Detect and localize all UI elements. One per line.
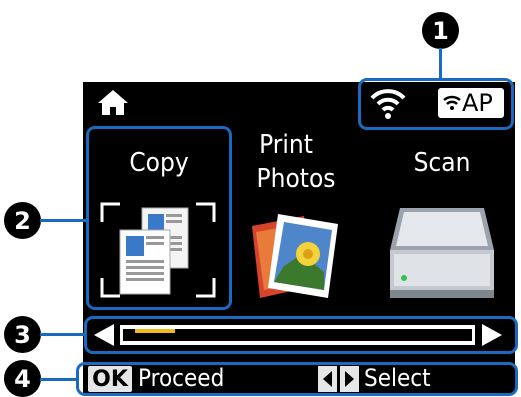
copy-icon — [100, 202, 216, 298]
wifi-ap-status: AP — [438, 88, 504, 118]
callout-4-leader — [40, 378, 77, 381]
scroll-right-arrow-icon[interactable] — [480, 322, 504, 348]
select-label: Select — [364, 364, 431, 392]
callout-2: 2 — [4, 202, 41, 239]
wifi-ap-icon — [443, 95, 461, 110]
left-right-keys-icon — [318, 366, 359, 392]
scan-label: Scan — [413, 148, 471, 178]
proceed-label: Proceed — [138, 364, 225, 392]
print-photos-label-line2: Photos — [256, 164, 336, 194]
wifi-ap-label: AP — [462, 89, 493, 117]
wifi-icon — [370, 89, 406, 119]
callout-1-leader — [439, 48, 442, 79]
ok-key-icon: OK — [88, 366, 132, 392]
callout-3-leader — [40, 333, 85, 336]
scrollbar[interactable] — [120, 325, 475, 345]
scan-menu-item[interactable]: Scan — [372, 130, 512, 306]
photos-icon — [252, 214, 338, 298]
scrollbar-inner — [123, 329, 472, 341]
callout-1: 1 — [422, 12, 459, 49]
copy-menu-item[interactable]: Copy — [90, 130, 228, 306]
print-photos-label-line1: Print — [259, 130, 313, 160]
callout-4: 4 — [4, 360, 41, 397]
copy-label: Copy — [129, 148, 189, 178]
scroll-left-arrow-icon[interactable] — [92, 322, 116, 348]
scrollbar-thumb[interactable] — [135, 329, 175, 333]
callout-2-leader — [40, 219, 87, 222]
callout-3: 3 — [4, 316, 41, 353]
home-icon[interactable] — [96, 88, 130, 116]
scanner-icon — [390, 208, 494, 298]
print-photos-menu-item[interactable]: Print Photos — [236, 130, 366, 306]
